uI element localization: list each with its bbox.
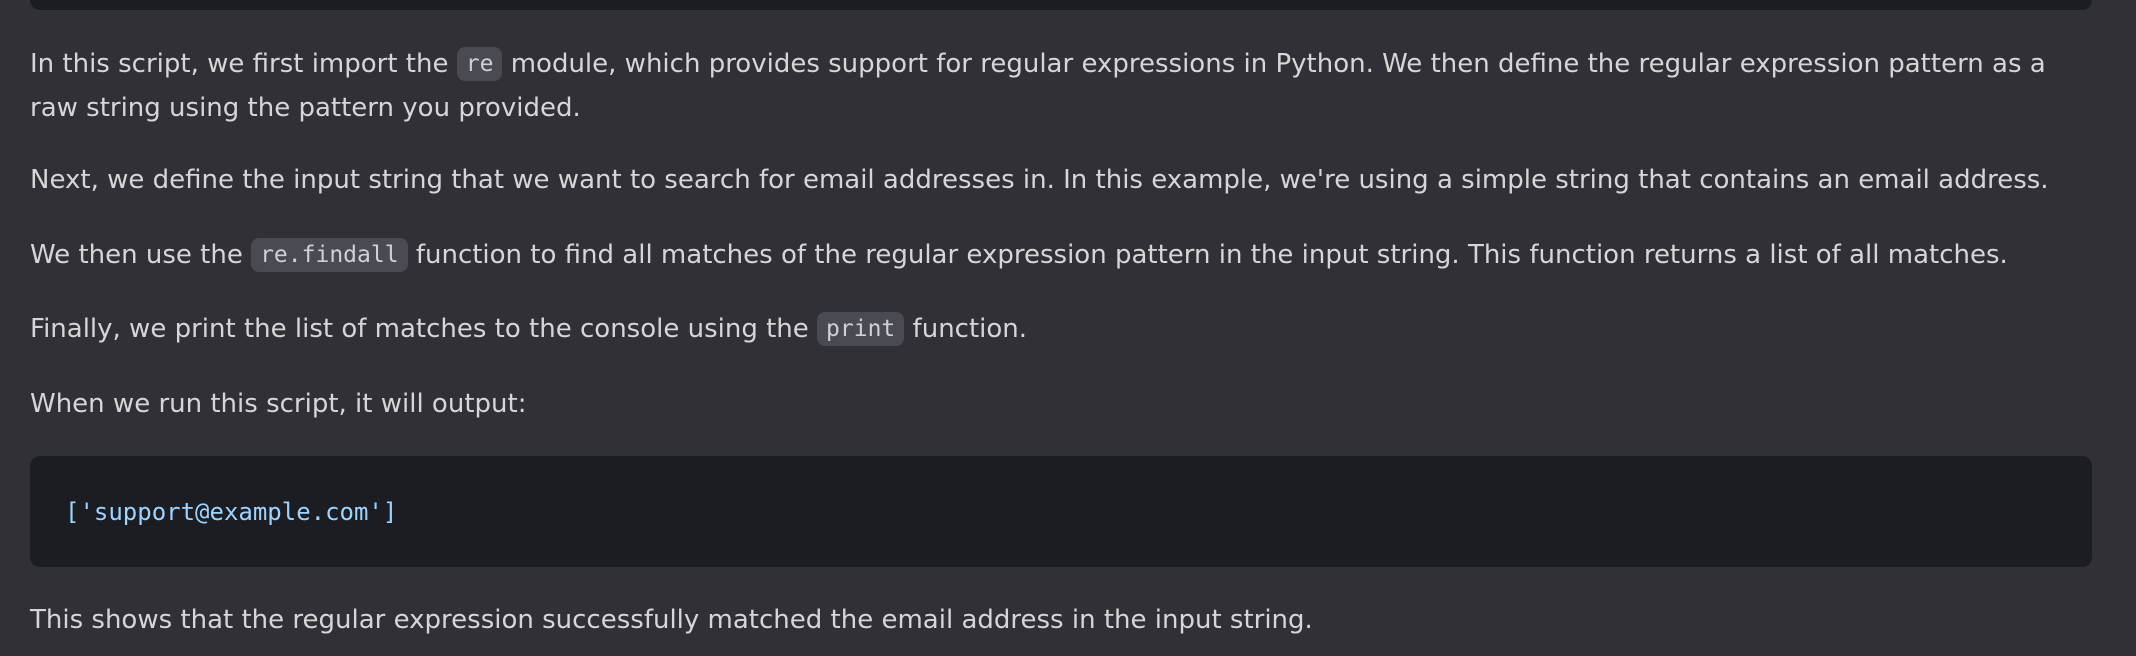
paragraph-text: function. [904, 314, 1028, 344]
output-code-line: ['support@example.com'] [65, 498, 398, 526]
explanation-paragraph-findall: We then use the re.findall function to f… [30, 233, 2094, 277]
paragraph-text: Finally, we print the list of matches to… [30, 314, 818, 344]
explanation-paragraph-import: In this script, we first import the re m… [30, 42, 2094, 130]
paragraph-text: We then use the [30, 240, 252, 270]
inline-code-re: re [456, 47, 503, 81]
previous-code-block-edge [30, 0, 2092, 10]
output-code-block: ['support@example.com'] [30, 456, 2092, 567]
inline-code-print: print [817, 312, 905, 346]
explanation-paragraph-output-intro: When we run this script, it will output: [30, 382, 2094, 426]
paragraph-text: Next, we define the input string that we… [30, 165, 2049, 195]
explanation-paragraph-input-string: Next, we define the input string that we… [30, 158, 2094, 202]
paragraph-text: In this script, we first import the [30, 49, 457, 79]
chat-response-content: In this script, we first import the re m… [0, 0, 2136, 656]
paragraph-text: This shows that the regular expression s… [30, 605, 1313, 635]
explanation-paragraph-print: Finally, we print the list of matches to… [30, 307, 2094, 351]
explanation-paragraph-conclusion: This shows that the regular expression s… [30, 598, 2094, 642]
inline-code-re-findall: re.findall [251, 238, 408, 272]
paragraph-text: function to find all matches of the regu… [407, 240, 2008, 270]
paragraph-text: When we run this script, it will output: [30, 389, 527, 419]
